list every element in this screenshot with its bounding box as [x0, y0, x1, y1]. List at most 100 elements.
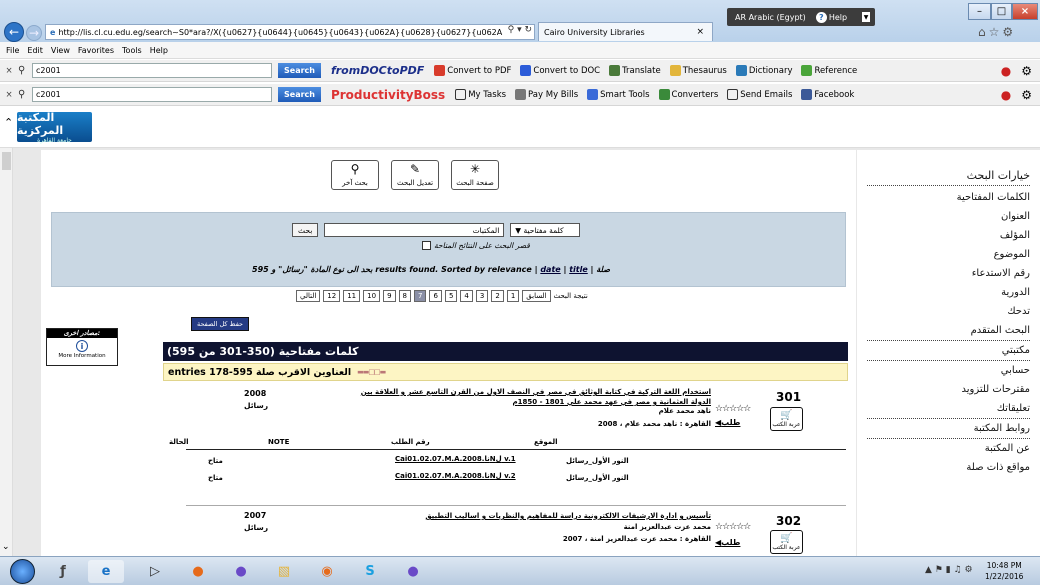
page-link[interactable]: 6 — [429, 290, 442, 302]
firefox-icon[interactable]: ◉ — [309, 560, 345, 583]
start-button[interactable] — [10, 559, 35, 584]
page-link[interactable]: 5 — [444, 290, 458, 302]
toolbar-search-input[interactable]: c2001 — [32, 63, 272, 78]
smart-tools-button[interactable]: Smart Tools — [587, 89, 650, 100]
modify-search-button[interactable]: ✎ تعديل البحث — [391, 160, 439, 190]
sidebar-item-journal[interactable]: الدورية — [867, 283, 1030, 302]
page-link[interactable]: 4 — [460, 290, 473, 302]
page-link[interactable]: 8 — [398, 290, 411, 302]
close-toolbar-icon[interactable]: × — [0, 90, 18, 100]
page-prev[interactable]: السابق — [522, 290, 551, 302]
app-icon[interactable]: ● — [223, 560, 259, 583]
folder-icon[interactable]: ▧ — [266, 560, 302, 583]
sort-by-title-link[interactable]: title — [569, 265, 588, 274]
limit-checkbox[interactable] — [422, 241, 431, 250]
rating-stars-icon[interactable]: ☆☆☆☆☆ — [715, 404, 751, 414]
refresh-icon[interactable]: ⚲ ▾ ↻ — [504, 25, 532, 35]
tools-icon[interactable]: ⚙ — [1021, 88, 1032, 102]
help-label[interactable]: Help — [829, 13, 847, 22]
facebook-button[interactable]: Facebook — [801, 89, 854, 100]
browser-tab[interactable]: Cairo University Libraries × — [538, 22, 713, 41]
scroll-thumb[interactable] — [2, 152, 11, 170]
tools-icon[interactable]: ⚙ — [1021, 64, 1032, 78]
limit-available-option[interactable]: قصر البحث على النتائج المتاحة — [422, 241, 530, 250]
translate-button[interactable]: Translate — [609, 65, 661, 76]
forward-button[interactable]: → — [26, 25, 42, 41]
close-tab-icon[interactable]: × — [696, 27, 704, 37]
menu-help[interactable]: Help — [150, 46, 168, 55]
convert-pdf-button[interactable]: Convert to PDF — [434, 65, 511, 76]
record-title-link[interactable]: تأسيس و ادارة الارشيفات الالكترونية دراس… — [425, 511, 711, 521]
skype-icon[interactable]: S — [352, 560, 388, 583]
menu-file[interactable]: File — [6, 46, 19, 55]
toolbar-search-button[interactable]: Search — [278, 87, 321, 102]
sidebar-item-about[interactable]: عن المكتبة — [867, 439, 1030, 458]
fromdoctopdf-logo[interactable]: fromDOCtoPDF — [331, 64, 424, 77]
sidebar-item-call-number[interactable]: رقم الاستدعاء — [867, 264, 1030, 283]
search-submit-button[interactable]: بحث — [292, 223, 319, 237]
menu-tools[interactable]: Tools — [122, 46, 142, 55]
clock[interactable]: 10:48 PM 1/22/2016 — [985, 560, 1023, 582]
record-title-link[interactable]: استخدام اللغة التركية في كتابة الوثائق ف… — [361, 387, 711, 397]
internet-explorer-icon[interactable]: e — [88, 560, 124, 583]
media-player-icon[interactable]: ▷ — [137, 560, 173, 583]
pay-bills-button[interactable]: Pay My Bills — [515, 89, 578, 100]
request-link[interactable]: ◀طلب — [715, 418, 740, 427]
app-icon[interactable]: ƒ — [45, 560, 81, 583]
system-tray-icons[interactable]: ▲ ⚑ ▮ ♫ ⚙ — [925, 565, 973, 575]
sort-by-date-link[interactable]: date — [540, 265, 560, 274]
chevron-up-icon[interactable]: ⌃ — [4, 116, 13, 129]
rating-stars-icon[interactable]: ☆☆☆☆☆ — [715, 522, 751, 532]
page-link[interactable]: 12 — [323, 290, 341, 302]
menu-favorites[interactable]: Favorites — [78, 46, 114, 55]
page-link[interactable]: 11 — [343, 290, 361, 302]
minimize-button[interactable]: – — [968, 3, 991, 20]
home-star-gear-icons[interactable]: ⌂☆⚙ — [978, 25, 1016, 39]
sidebar-item-comments[interactable]: تعليقاتك — [867, 399, 1030, 419]
more-info-link[interactable]: More Information — [47, 353, 117, 359]
page-link[interactable]: 3 — [475, 290, 489, 302]
sidebar-item-my-library[interactable]: مكتبتي — [867, 341, 1030, 361]
search-page-button[interactable]: ✳ صفحة البحث — [451, 160, 499, 190]
close-toolbar-icon[interactable]: × — [0, 66, 18, 76]
menu-edit[interactable]: Edit — [27, 46, 43, 55]
page-link[interactable]: 10 — [363, 290, 381, 302]
holding-call-number[interactable]: Cai01.02.07.M.A.2008.ناNل v.1 — [395, 455, 516, 463]
new-search-button[interactable]: ⚲ بحث آخر — [331, 160, 379, 190]
search-query-input[interactable]: المكتبات — [324, 223, 505, 237]
ask-icon[interactable]: ● — [1001, 64, 1011, 78]
record-title-link-cont[interactable]: الدولة العثمانية و مصر في عهد محمد علي 1… — [513, 397, 711, 407]
add-to-cart-button[interactable]: 🛒 عربة الكتب — [770, 530, 803, 554]
my-tasks-button[interactable]: My Tasks — [455, 89, 506, 100]
sidebar-item-account[interactable]: حسابي — [867, 361, 1030, 380]
info-icon[interactable]: i — [76, 340, 88, 352]
converters-button[interactable]: Converters — [658, 89, 718, 100]
back-button[interactable]: ← — [4, 22, 24, 42]
page-link[interactable]: 9 — [383, 290, 396, 302]
search-type-select[interactable]: ▼ كلمة مفتاحية — [510, 223, 581, 237]
chevron-down-icon[interactable]: ▼ — [862, 12, 870, 22]
save-all-button[interactable]: حفظ كل الصفحة — [191, 317, 250, 331]
sidebar-item-browse[interactable]: تدحك — [867, 302, 1030, 321]
app-icon[interactable]: ● — [395, 560, 431, 583]
close-window-button[interactable]: × — [1012, 3, 1038, 20]
address-bar[interactable]: e http://lis.cl.cu.edu.eg/search~S0*ara?… — [45, 24, 535, 40]
ask-icon[interactable]: ● — [1001, 88, 1011, 102]
sidebar-item-library-links[interactable]: روابط المكتبة — [867, 419, 1030, 439]
page-link[interactable]: 1 — [506, 290, 520, 302]
sidebar-item-keywords[interactable]: الكلمات المفتاحية — [867, 188, 1030, 207]
sidebar-item-title[interactable]: العنوان — [867, 207, 1030, 226]
vertical-scrollbar[interactable]: ⌄ — [0, 148, 13, 556]
toolbar-search-input[interactable]: c2001 — [32, 87, 272, 102]
dictionary-button[interactable]: Dictionary — [735, 65, 792, 76]
library-logo[interactable]: المكتبة المركزية جامعة القاهرة — [17, 111, 92, 144]
sidebar-item-suggestions[interactable]: مقترحات للتزويد — [867, 380, 1030, 399]
add-to-cart-button[interactable]: 🛒 عربة الكتب — [770, 407, 803, 431]
sidebar-item-subject[interactable]: الموضوع — [867, 245, 1030, 264]
sidebar-item-advanced[interactable]: البحث المتقدم — [867, 321, 1030, 341]
toolbar-search-button[interactable]: Search — [278, 63, 321, 78]
chevron-down-icon[interactable]: ⌄ — [2, 542, 10, 552]
convert-doc-button[interactable]: Convert to DOC — [520, 65, 600, 76]
page-next[interactable]: التالي — [296, 290, 321, 302]
maximize-button[interactable]: □ — [991, 3, 1012, 20]
